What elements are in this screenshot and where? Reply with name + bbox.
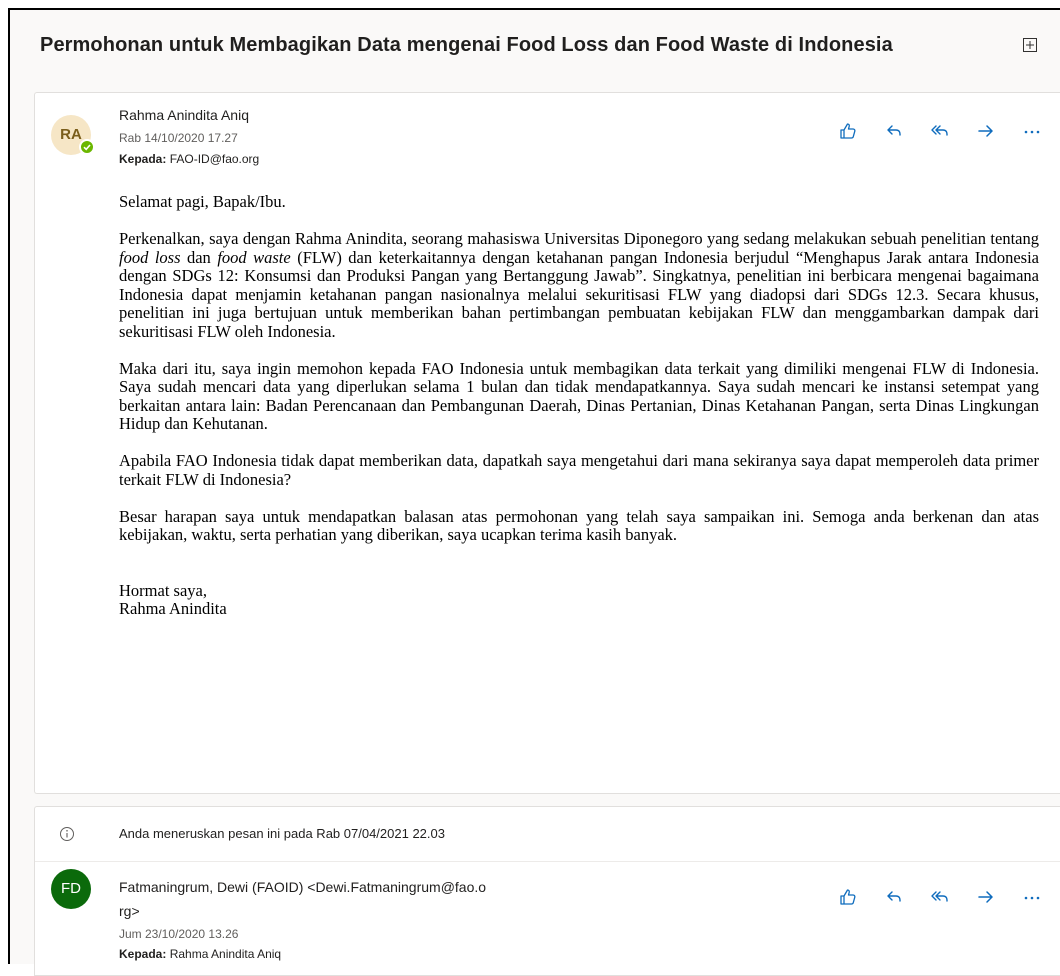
reply-all-icon — [931, 891, 948, 902]
message-card: Anda meneruskan pesan ini pada Rab 07/04… — [34, 806, 1060, 976]
more-icon — [1024, 896, 1040, 900]
email-subject: Permohonan untuk Membagikan Data mengena… — [40, 34, 893, 56]
sent-date: Jum 23/10/2020 13.26 — [119, 927, 239, 941]
recipient-line: Kepada: FAO-ID@fao.org — [119, 152, 259, 166]
more-actions-button[interactable] — [1009, 885, 1055, 909]
reply-all-button[interactable] — [917, 119, 963, 143]
sender-name-continued[interactable]: rg> — [119, 903, 140, 919]
like-icon — [840, 123, 856, 139]
info-icon — [60, 827, 74, 841]
like-icon — [840, 889, 856, 905]
presence-available-icon — [79, 139, 95, 155]
forward-icon — [978, 891, 993, 903]
reading-pane: Permohonan untuk Membagikan Data mengena… — [8, 8, 1060, 976]
avatar[interactable]: FD — [51, 869, 91, 909]
forward-notice-text: Anda meneruskan pesan ini pada Rab 07/04… — [119, 826, 445, 841]
to-label: Kepada: — [119, 152, 167, 166]
reply-button[interactable] — [871, 885, 917, 909]
forward-button[interactable] — [963, 885, 1009, 909]
reply-all-button[interactable] — [917, 885, 963, 909]
recipient[interactable]: Rahma Anindita Aniq — [170, 947, 281, 961]
forward-notice: Anda meneruskan pesan ini pada Rab 07/04… — [35, 807, 1060, 862]
forward-icon — [978, 125, 993, 137]
body-paragraph: Besar harapan saya untuk mendapatkan bal… — [119, 506, 1039, 544]
like-button[interactable] — [825, 885, 871, 909]
more-icon — [1024, 130, 1040, 134]
forward-button[interactable] — [963, 119, 1009, 143]
open-in-new-window-icon[interactable] — [1023, 38, 1037, 52]
sender-name[interactable]: Rahma Anindita Aniq — [119, 107, 249, 123]
reply-all-icon — [931, 125, 948, 136]
greeting: Selamat pagi, Bapak/Ibu. — [119, 192, 286, 211]
sender-name[interactable]: Fatmaningrum, Dewi (FAOID) <Dewi.Fatmani… — [119, 879, 486, 895]
recipient-line: Kepada: Rahma Anindita Aniq — [119, 947, 281, 961]
reply-icon — [887, 891, 901, 902]
message-actions — [825, 885, 1055, 909]
more-actions-button[interactable] — [1009, 119, 1055, 143]
message-actions — [825, 119, 1055, 143]
body-paragraph: Maka dari itu, saya ingin memohon kepada… — [119, 358, 1039, 433]
reply-button[interactable] — [871, 119, 917, 143]
sent-date: Rab 14/10/2020 17.27 — [119, 131, 238, 145]
body-paragraph: Apabila FAO Indonesia tidak dapat member… — [119, 451, 1039, 489]
closing: Hormat saya, — [119, 580, 207, 600]
signature: Rahma Anindita — [119, 599, 227, 618]
body-paragraph: Perkenalkan, saya dengan Rahma Anindita,… — [119, 229, 1040, 341]
reply-icon — [887, 125, 901, 136]
like-button[interactable] — [825, 119, 871, 143]
message-card: RA Rahma Anindita Aniq Rab 14/10/2020 17… — [34, 92, 1060, 794]
recipient[interactable]: FAO-ID@fao.org — [170, 152, 260, 166]
to-label: Kepada: — [119, 947, 167, 961]
message-body: Selamat pagi, Bapak/Ibu. Perkenalkan, sa… — [119, 192, 1040, 619]
